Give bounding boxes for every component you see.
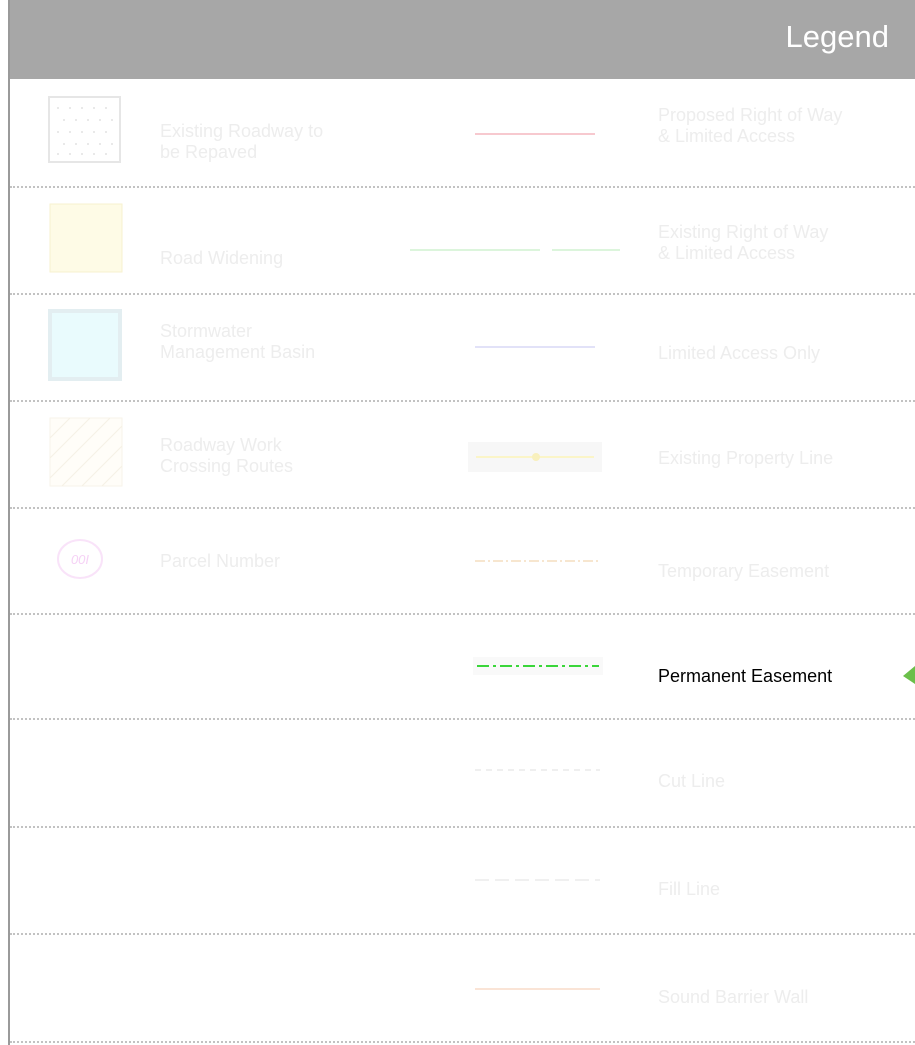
yellow-square-icon: [49, 203, 123, 273]
legend-row: Road Widening Existing Right of Way & Li…: [10, 188, 915, 295]
legend-header: Legend: [10, 0, 915, 79]
legend-label-property-line: Existing Property Line: [658, 448, 834, 468]
legend-row: Fill Line: [10, 828, 915, 935]
legend-title: Legend: [785, 19, 889, 54]
red-line-icon: [475, 133, 595, 135]
legend-label-permanent-easement: Permanent Easement: [658, 666, 833, 686]
legend-label-cut-line: Cut Line: [658, 771, 726, 791]
legend-row: Sound Barrier Wall: [10, 935, 915, 1043]
pointer-arrow-icon: [903, 666, 915, 684]
gray-dashed-line-icon: [475, 769, 600, 771]
legend-label-stormwater: Stormwater Management Basin: [160, 321, 316, 362]
legend-panel: Legend Existing Roadway to be Repaved Pr…: [8, 0, 915, 1045]
parcel-circle-icon: 00I: [57, 539, 103, 579]
legend-row: Roadway Work Crossing Routes Existing Pr…: [10, 402, 915, 509]
legend-row: Existing Roadway to be Repaved Proposed …: [10, 79, 915, 188]
legend-label-roadway-work: Roadway Work Crossing Routes: [160, 435, 294, 476]
legend-row: 00I Parcel Number Temporary Easement: [10, 509, 915, 615]
dotted-square-icon: [48, 96, 121, 163]
green-dashdot-line-icon: [473, 657, 603, 675]
legend-label-road-widening: Road Widening: [160, 248, 284, 268]
legend-row-highlighted: Permanent Easement: [10, 615, 915, 720]
parcel-number-symbol: 00I: [71, 552, 89, 567]
orange-dashdot-line-icon: [475, 560, 600, 562]
legend-label-parcel-number: Parcel Number: [160, 551, 281, 571]
property-line-icon: [468, 442, 602, 472]
legend-label-proposed-row: Proposed Right of Way & Limited Access: [658, 105, 843, 146]
orange-line-icon: [475, 988, 600, 990]
legend-label-existing-row: Existing Right of Way & Limited Access: [658, 222, 829, 263]
green-line-icon: [410, 249, 620, 251]
blue-line-icon: [475, 346, 595, 348]
legend-label-temporary-easement: Temporary Easement: [658, 561, 830, 581]
gray-longdash-line-icon: [475, 879, 600, 881]
legend-row: Cut Line: [10, 720, 915, 828]
legend-label-fill-line: Fill Line: [658, 879, 721, 899]
legend-row: Stormwater Management Basin Limited Acce…: [10, 295, 915, 402]
legend-label-sound-barrier-wall: Sound Barrier Wall: [658, 987, 809, 1007]
cyan-square-icon: [48, 309, 122, 381]
hatched-square-icon: [49, 417, 123, 487]
legend-label-existing-roadway: Existing Roadway to be Repaved: [160, 121, 324, 162]
legend-label-limited-access: Limited Access Only: [658, 343, 821, 363]
